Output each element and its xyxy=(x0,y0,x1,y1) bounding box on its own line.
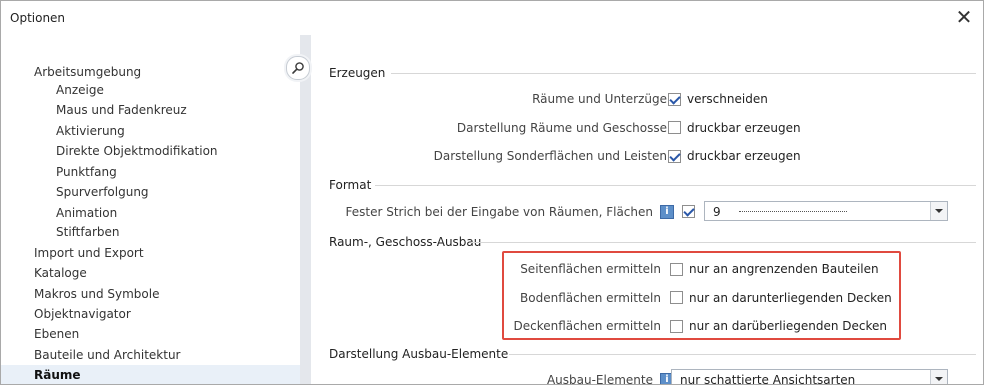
options-dialog: Optionen ✕ Arbeitsumgebung Anzeige Maus … xyxy=(0,0,984,385)
checkbox-label-druckbar-erzeugen-raeume[interactable]: druckbar erzeugen xyxy=(687,121,801,135)
options-sidebar: Arbeitsumgebung Anzeige Maus und Fadenkr… xyxy=(1,35,301,384)
sidebar-item-makros-und-symbole[interactable]: Makros und Symbole xyxy=(34,287,159,301)
checkbox-label-druckbar-erzeugen-sonderflaechen[interactable]: druckbar erzeugen xyxy=(687,149,801,163)
label-fester-strich: Fester Strich bei der Eingabe von Räumen… xyxy=(345,205,653,219)
sidebar-splitter[interactable] xyxy=(300,35,311,384)
checkbox-druckbar-erzeugen-raeume[interactable] xyxy=(668,121,681,134)
label-raeume-und-unterzuege: Räume und Unterzüge xyxy=(532,92,667,106)
line-style-select[interactable]: 9 xyxy=(704,201,948,221)
label-darstellung-sonderflaechen: Darstellung Sonderflächen und Leisten xyxy=(433,149,667,163)
sidebar-item-objektnavigator[interactable]: Objektnavigator xyxy=(34,307,131,321)
options-content: Erzeugen Räume und Unterzüge verschneide… xyxy=(311,35,983,385)
chevron-down-icon[interactable] xyxy=(930,370,947,384)
search-icon xyxy=(292,62,304,74)
dialog-title: Optionen xyxy=(10,11,66,25)
sidebar-item-punktfang[interactable]: Punktfang xyxy=(56,165,117,179)
search-button[interactable] xyxy=(286,56,310,80)
section-divider xyxy=(471,242,976,243)
sidebar-item-stiftfarben[interactable]: Stiftfarben xyxy=(56,225,120,239)
sidebar-item-arbeitsumgebung[interactable]: Arbeitsumgebung xyxy=(34,65,141,79)
highlight-box xyxy=(502,251,901,340)
checkbox-fester-strich[interactable] xyxy=(682,205,695,218)
section-divider xyxy=(375,185,976,186)
sidebar-item-aktivierung[interactable]: Aktivierung xyxy=(56,124,125,138)
sidebar-item-import-und-export[interactable]: Import und Export xyxy=(34,246,144,260)
sidebar-item-spurverfolgung[interactable]: Spurverfolgung xyxy=(56,185,149,199)
section-title-ausbau: Raum-, Geschoss-Ausbau xyxy=(329,235,482,249)
line-style-preview xyxy=(739,211,847,212)
label-darstellung-raeume-und-geschosse: Darstellung Räume und Geschosse xyxy=(456,121,667,135)
close-icon[interactable]: ✕ xyxy=(953,6,975,28)
title-bar: Optionen ✕ xyxy=(1,1,983,35)
sidebar-item-anzeige[interactable]: Anzeige xyxy=(56,83,104,97)
sidebar-item-maus-und-fadenkreuz[interactable]: Maus und Fadenkreuz xyxy=(56,103,187,117)
section-title-format: Format xyxy=(329,178,372,192)
chevron-down-icon[interactable] xyxy=(930,202,947,220)
checkbox-label-verschneiden[interactable]: verschneiden xyxy=(687,92,768,106)
sidebar-item-bauteile-und-architektur[interactable]: Bauteile und Architektur xyxy=(34,348,180,362)
label-ausbau-elemente: Ausbau-Elemente xyxy=(546,373,653,385)
sidebar-item-kataloge[interactable]: Kataloge xyxy=(34,266,87,280)
line-style-value: 9 xyxy=(713,205,721,219)
ausbau-elemente-value: nur schattierte Ansichtsarten xyxy=(680,373,856,385)
section-title-darstellung-ausbau: Darstellung Ausbau-Elemente xyxy=(329,347,509,361)
sidebar-item-ebenen[interactable]: Ebenen xyxy=(34,327,79,341)
sidebar-item-animation[interactable]: Animation xyxy=(56,206,117,220)
ausbau-elemente-select[interactable]: nur schattierte Ansichtsarten xyxy=(671,369,948,385)
checkbox-verschneiden[interactable] xyxy=(668,93,681,106)
section-divider xyxy=(509,354,976,355)
section-divider xyxy=(391,73,976,74)
info-icon[interactable]: i xyxy=(660,205,674,219)
checkbox-druckbar-erzeugen-sonderflaechen[interactable] xyxy=(668,150,681,163)
sidebar-item-raeume[interactable]: Räume xyxy=(34,368,81,382)
sidebar-item-direkte-objektmodifikation[interactable]: Direkte Objektmodifikation xyxy=(56,144,218,158)
section-title-erzeugen: Erzeugen xyxy=(329,66,386,80)
